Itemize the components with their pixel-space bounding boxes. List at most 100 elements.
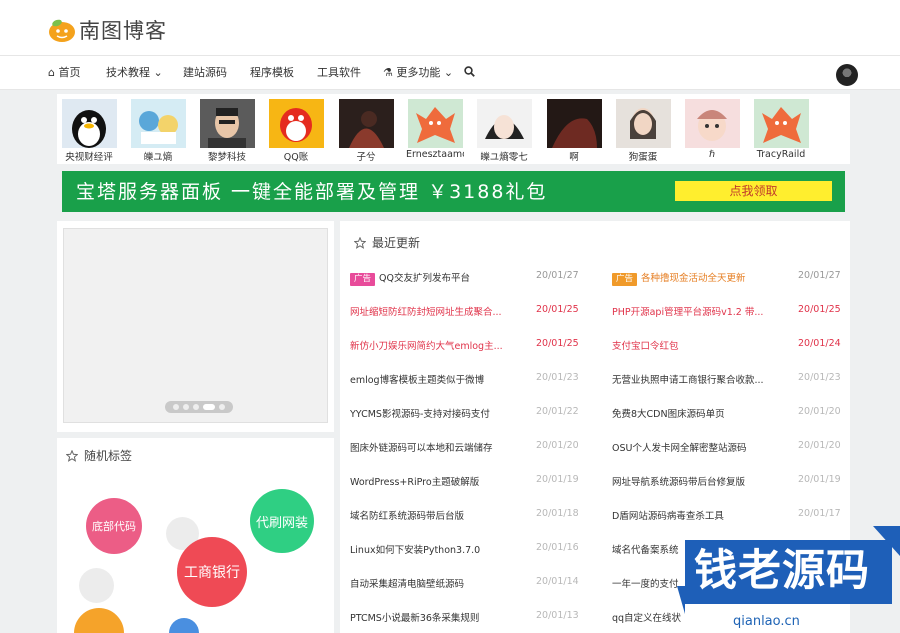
friend-avatar [753,99,809,148]
home-icon: ⌂ [48,66,55,79]
friend-item[interactable]: Ernesztaamomo [406,99,464,160]
friend-avatar [338,99,394,148]
friend-avatar [476,99,532,148]
news-date: 20/01/23 [798,372,841,383]
tag-item[interactable]: 工商银行 [177,537,247,607]
friend-links: 央视财经评 皪ユ熵 黎梦科技 QQ账 子兮 Ernesztaamomo 皪ユ [57,94,850,164]
news-link-title: qq自定义在线状 [612,613,682,624]
friend-avatar [407,99,463,148]
friend-avatar [615,99,671,148]
nav-home[interactable]: ⌂ 首页 [48,56,80,89]
friend-avatar [130,99,186,148]
news-link[interactable]: OSU个人发卡网全解密整站源码 [612,440,767,454]
carousel-dot[interactable] [173,404,179,410]
news-link[interactable]: D盾网站源码病毒查杀工具 [612,508,767,522]
nav-tools[interactable]: 工具软件 [317,56,361,89]
carousel-dot[interactable] [183,404,189,410]
friend-item[interactable]: 子兮 [337,99,395,163]
nav-search[interactable] [464,56,475,89]
main-nav: ⌂ 首页 技术教程 ⌄ 建站源码 程序模板 工具软件 ⚗ 更多功能 ⌄ [0,55,900,90]
nav-source[interactable]: 建站源码 [183,56,227,89]
tag-item[interactable]: 底部代码 [86,498,142,554]
nav-tech-label: 技术教程 [106,66,150,79]
news-item: 支付宝口令红包 20/01/24 [340,338,850,354]
friend-item[interactable]: 狗蛋蛋 [614,99,672,163]
tag-item[interactable]: 代刷网装 [250,489,314,553]
friend-name: 狗蛋蛋 [628,152,658,163]
carousel-dots [165,401,233,413]
news-item: 免费8大CDN图床源码单页 20/01/20 [340,406,850,422]
banner-claim-button[interactable]: 点我领取 [675,181,832,201]
friend-name: Ernesztaamomo [406,149,464,160]
nav-tech[interactable]: 技术教程 ⌄ [106,56,163,89]
news-item: D盾网站源码病毒查杀工具 20/01/17 [340,508,850,524]
watermark: 钱老源码 qianlao.cn [677,526,900,633]
news-link-title: PHP开源api管理平台源码v1.2 带... [612,307,764,318]
news-link-title: 网址导航系统源码带后台修复版 [612,477,746,488]
flask-icon: ⚗ [383,66,393,79]
friend-item[interactable]: 皪ユ熵 [129,99,187,163]
friend-item[interactable]: 央视财经评 [60,99,118,163]
news-date: 20/01/17 [798,508,841,519]
carousel-dot[interactable] [219,404,225,410]
friend-name: QQ账 [283,152,309,163]
ad-badge: 广告 [612,273,638,286]
friend-avatar [199,99,255,148]
friend-item[interactable]: ℏ [683,99,741,160]
watermark-text: 钱老源码 [694,546,870,596]
carousel [57,221,334,432]
news-link[interactable]: 网址导航系统源码带后台修复版 [612,474,767,488]
news-link[interactable]: 无营业执照申请工商银行聚合收款... [612,372,767,386]
news-link[interactable]: 广告 各种撸现金活动全天更新 [612,270,767,286]
news-date: 20/01/25 [798,304,841,315]
news-link-title: 无营业执照申请工商银行聚合收款... [612,375,764,386]
news-item: OSU个人发卡网全解密整站源码 20/01/20 [340,440,850,456]
nav-source-label: 建站源码 [183,66,227,79]
site-name: 南图博客 [79,19,167,43]
banner-text: 宝塔服务器面板 一键全能部署及管理 ￥3188礼包 [76,181,548,203]
friend-item[interactable]: QQ账 [267,99,325,163]
news-link-title: 一年一度的支付 [612,579,679,590]
news-link-title: 各种撸现金活动全天更新 [641,273,746,284]
news-item: PHP开源api管理平台源码v1.2 带... 20/01/25 [340,304,850,320]
carousel-dot-active[interactable] [203,404,215,410]
friend-name: 子兮 [356,152,376,163]
search-icon [464,66,475,79]
nav-more-label: 更多功能 [396,66,441,79]
friend-item[interactable]: 皪ユ熵零七 [475,99,533,163]
friend-name: 黎梦科技 [207,152,246,163]
news-link[interactable]: 支付宝口令红包 [612,338,767,352]
carousel-dot[interactable] [193,404,199,410]
nav-templates-label: 程序模板 [250,66,294,79]
news-link[interactable]: 免费8大CDN图床源码单页 [612,406,767,420]
news-title-label: 最近更新 [372,236,421,250]
news-date: 20/01/27 [798,270,841,281]
friend-item[interactable]: 黎梦科技 [198,99,256,163]
nav-tools-label: 工具软件 [317,66,361,79]
star-icon [66,449,78,462]
friend-item[interactable]: 啊 [545,99,603,163]
news-link[interactable]: PHP开源api管理平台源码v1.2 带... [612,304,767,318]
nav-more[interactable]: ⚗ 更多功能 ⌄ [383,56,453,89]
random-tags-panel: 随机标签 底部代码 代刷网装 工商银行 [57,438,334,633]
news-link-title: OSU个人发卡网全解密整站源码 [612,443,747,454]
nav-home-label: 首页 [58,66,81,79]
friend-item[interactable]: TracyRaild [752,99,810,160]
site-header: 南图博客 [0,0,900,55]
tag-bubble [169,618,199,633]
ad-banner[interactable]: 宝塔服务器面板 一键全能部署及管理 ￥3188礼包 点我领取 [62,171,845,212]
friend-avatar [684,99,740,148]
friend-name: 央视财经评 [65,152,113,163]
site-logo[interactable]: 南图博客 [47,15,167,45]
carousel-slide[interactable] [63,228,328,423]
news-link-title: 免费8大CDN图床源码单页 [612,409,725,420]
tag-bubble [74,608,124,633]
friend-name: 啊 [569,152,579,163]
friend-avatar [546,99,602,148]
news-link-title: 域名代备案系统 [612,545,679,556]
user-avatar[interactable] [836,64,858,86]
nav-templates[interactable]: 程序模板 [250,56,294,89]
chevron-down-icon: ⌄ [443,66,454,79]
star-icon [354,236,366,249]
watermark-url: qianlao.cn [733,614,800,629]
